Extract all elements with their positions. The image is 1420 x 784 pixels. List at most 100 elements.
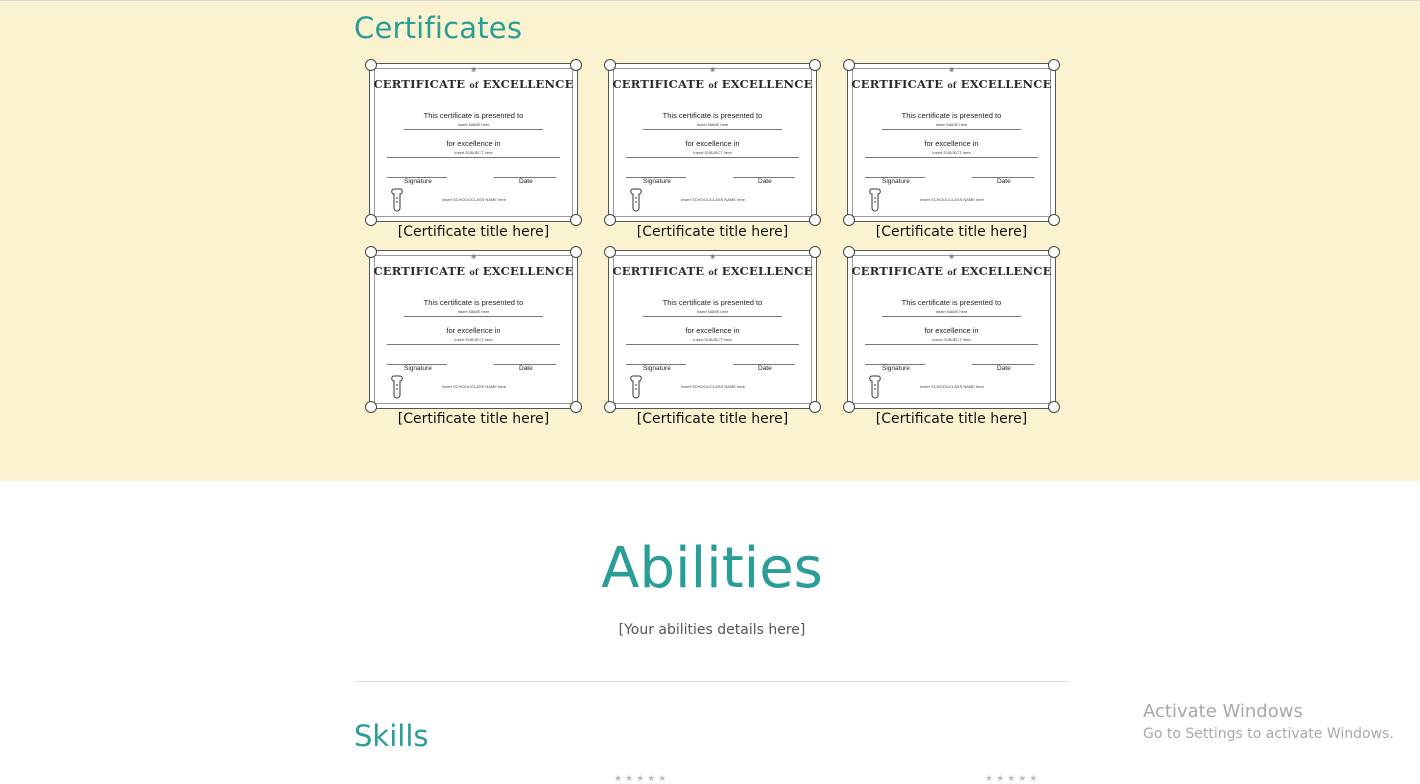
certificate-excellence-text: for excellence in [685,326,740,335]
name-line [404,129,543,130]
signature-label: Signature [404,178,432,185]
certificate-item[interactable]: ❀ CERTIFICATE of EXCELLENCE This certifica… [604,246,821,428]
flourish-icon: ❀ [948,254,955,261]
certificate-caption: [Certificate title here] [397,411,550,427]
corner-ornament-icon [843,214,855,226]
certificate-thumbnail[interactable]: ❀ CERTIFICATE of EXCELLENCE This certifica… [843,246,1060,413]
signature-label: Signature [643,178,671,185]
certificate-caption: [Certificate title here] [875,224,1028,240]
certificate-heading: CERTIFICATE of EXCELLENCE [373,264,574,278]
certificate-subject-hint: Insert SUBJECT here [454,337,493,342]
corner-ornament-icon [570,401,582,413]
certificate-thumbnail[interactable]: ❀ CERTIFICATE of EXCELLENCE This certifica… [604,59,821,226]
name-line [404,316,543,317]
certificate-thumbnail[interactable]: ❀ CERTIFICATE of EXCELLENCE This certifica… [843,59,1060,226]
date-label: Date [758,178,772,185]
certificate-item[interactable]: ❀ CERTIFICATE of EXCELLENCE This certifica… [365,59,582,241]
date-label: Date [997,178,1011,185]
corner-ornament-icon [1048,401,1060,413]
certificate-caption: [Certificate title here] [636,411,789,427]
subject-line [387,344,560,345]
abilities-heading: Abilities [601,536,823,601]
corner-ornament-icon [809,214,821,226]
certificate-heading: CERTIFICATE of EXCELLENCE [612,264,813,278]
certificate-heading: CERTIFICATE of EXCELLENCE [373,77,574,91]
section-divider [354,681,1070,682]
school-name-hint: Insert SCHOOL/CLASS NAME here [920,384,985,389]
certificate-name-hint: Insert NAME here [696,122,729,127]
certificate-name-hint: Insert NAME here [457,122,490,127]
signature-label: Signature [404,365,432,372]
rating-stars-icon: ★★★★★ [985,773,1041,783]
certificate-excellence-text: for excellence in [446,139,501,148]
corner-ornament-icon [365,214,377,226]
certificate-item[interactable]: ❀ CERTIFICATE of EXCELLENCE This certifica… [843,246,1060,428]
windows-activation-watermark: Activate Windows Go to Settings to activ… [1143,700,1394,744]
certificate-presented-text: This certificate is presented to [423,298,524,307]
name-line [643,129,782,130]
corner-ornament-icon [843,401,855,413]
abilities-details: [Your abilities details here] [618,622,806,638]
certificate-name-hint: Insert NAME here [935,309,968,314]
diploma-scroll-icon [869,375,881,399]
rating-stars-icon: ★★★★★ [614,773,670,783]
date-label: Date [519,365,533,372]
subject-line [387,157,560,158]
certificates-grid: ❀ CERTIFICATE of EXCELLENCE This certifica… [365,59,1069,428]
signature-label: Signature [882,365,910,372]
certificate-presented-text: This certificate is presented to [662,111,763,120]
certificate-presented-text: This certificate is presented to [662,298,763,307]
name-line [882,316,1021,317]
subject-line [626,157,799,158]
certificates-section: Certificates ❀ CERTIFICATE of EXCELLENCE T… [0,1,1420,481]
corner-ornament-icon [570,214,582,226]
diploma-scroll-icon [630,375,642,399]
certificate-subject-hint: Insert SUBJECT here [932,150,971,155]
certificate-presented-text: This certificate is presented to [423,111,524,120]
certificate-thumbnail[interactable]: ❀ CERTIFICATE of EXCELLENCE This certifica… [365,246,582,413]
certificate-excellence-text: for excellence in [446,326,501,335]
flourish-icon: ❀ [709,67,716,74]
certificate-excellence-text: for excellence in [924,326,979,335]
certificate-caption: [Certificate title here] [397,224,550,240]
diploma-scroll-icon [869,188,881,212]
certificate-thumbnail[interactable]: ❀ CERTIFICATE of EXCELLENCE This certifica… [604,246,821,413]
name-line [643,316,782,317]
subject-line [626,344,799,345]
school-name-hint: Insert SCHOOL/CLASS NAME here [920,197,985,202]
date-label: Date [758,365,772,372]
flourish-icon: ❀ [948,67,955,74]
subject-line [865,157,1038,158]
certificate-heading: CERTIFICATE of EXCELLENCE [851,77,1052,91]
certificate-name-hint: Insert NAME here [696,309,729,314]
certificate-excellence-text: for excellence in [685,139,740,148]
certificate-item[interactable]: ❀ CERTIFICATE of EXCELLENCE This certifica… [604,59,821,241]
signature-label: Signature [643,365,671,372]
certificate-caption: [Certificate title here] [875,411,1028,427]
diploma-scroll-icon [630,188,642,212]
certificate-excellence-text: for excellence in [924,139,979,148]
certificate-thumbnail[interactable]: ❀ CERTIFICATE of EXCELLENCE This certifica… [365,59,582,226]
date-label: Date [997,365,1011,372]
school-name-hint: Insert SCHOOL/CLASS NAME here [442,384,507,389]
certificate-subject-hint: Insert SUBJECT here [454,150,493,155]
certificate-item[interactable]: ❀ CERTIFICATE of EXCELLENCE This certifica… [365,246,582,428]
name-line [882,129,1021,130]
flourish-icon: ❀ [470,254,477,261]
watermark-subtitle: Go to Settings to activate Windows. [1143,726,1394,742]
certificate-presented-text: This certificate is presented to [901,111,1002,120]
certificate-item[interactable]: ❀ CERTIFICATE of EXCELLENCE This certifica… [843,59,1060,241]
flourish-icon: ❀ [470,67,477,74]
certificate-name-hint: Insert NAME here [457,309,490,314]
certificate-subject-hint: Insert SUBJECT here [932,337,971,342]
certificate-subject-hint: Insert SUBJECT here [693,337,732,342]
certificate-heading: CERTIFICATE of EXCELLENCE [851,264,1052,278]
certificate-presented-text: This certificate is presented to [901,298,1002,307]
certificate-caption: [Certificate title here] [636,224,789,240]
certificate-name-hint: Insert NAME here [935,122,968,127]
subject-line [865,344,1038,345]
school-name-hint: Insert SCHOOL/CLASS NAME here [442,197,507,202]
certificate-subject-hint: Insert SUBJECT here [693,150,732,155]
skills-heading: Skills [354,719,429,753]
flourish-icon: ❀ [709,254,716,261]
